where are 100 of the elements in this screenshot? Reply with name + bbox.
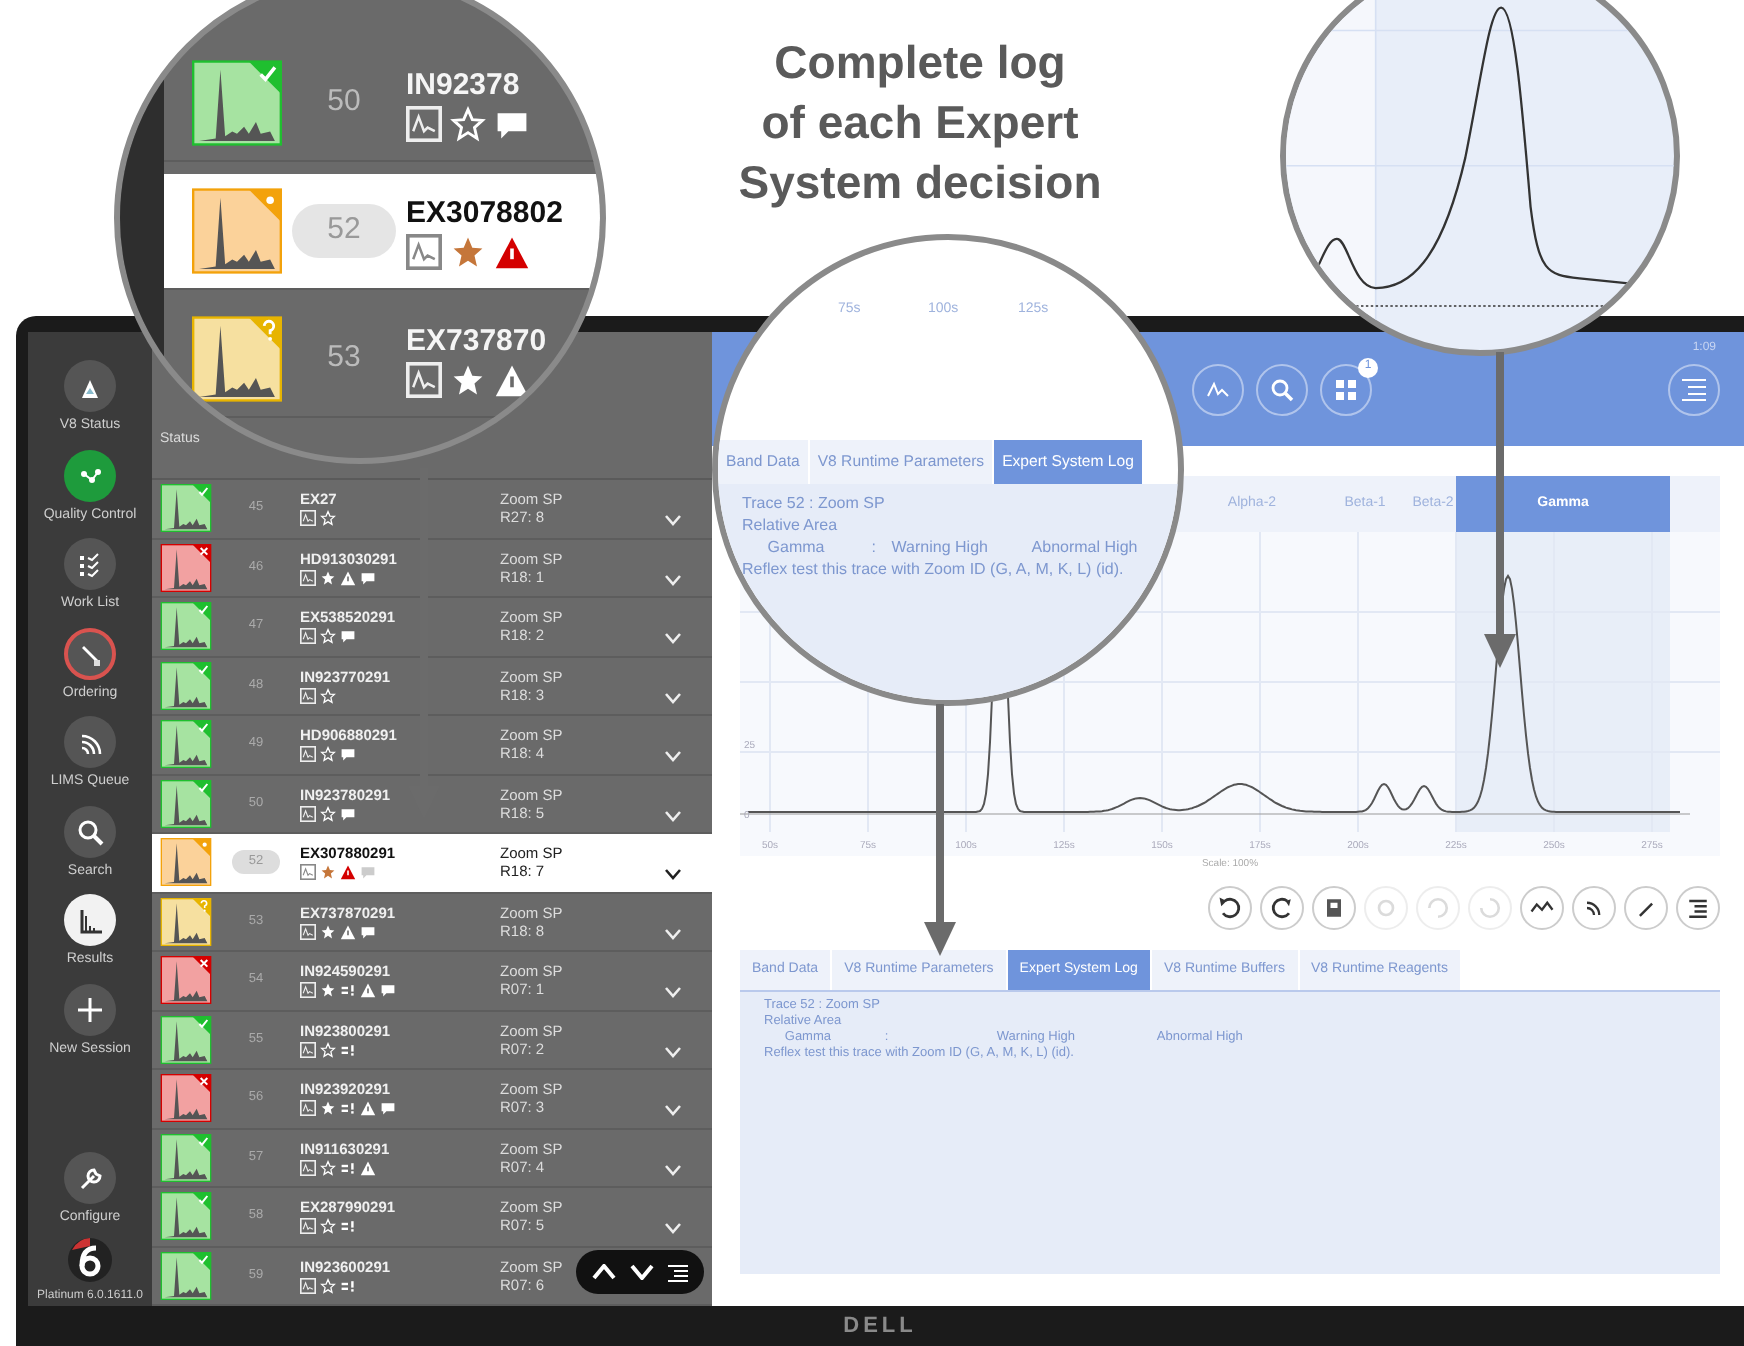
comment-icon <box>340 628 356 645</box>
comment-icon <box>380 982 396 999</box>
trace-icon <box>300 1159 316 1176</box>
star-outline-icon <box>320 510 336 527</box>
star-icon <box>450 233 486 269</box>
nav-button[interactable] <box>64 894 116 946</box>
star-icon <box>320 569 336 586</box>
nav-button[interactable] <box>63 983 116 1035</box>
warning-icon <box>360 1100 376 1117</box>
headline: Complete log of each Expert System decision <box>736 34 1104 212</box>
star-outline-icon <box>450 105 486 141</box>
trace-icon <box>406 233 442 269</box>
log-cell-text: Abnormal High <box>1031 536 1140 558</box>
trace-icon <box>300 923 316 940</box>
bars-icon <box>340 1159 356 1176</box>
header-button[interactable] <box>1192 363 1244 415</box>
star-outline-icon <box>320 1159 336 1176</box>
nav-icon <box>74 815 106 847</box>
star-icon <box>320 923 336 940</box>
row-number: 50 <box>327 82 361 123</box>
tool-button[interactable] <box>1260 885 1304 929</box>
comment-icon <box>360 864 376 881</box>
sample-id: EX3078802 <box>406 193 563 231</box>
nav-button[interactable] <box>64 805 116 857</box>
bars-icon <box>340 982 356 999</box>
comment-icon <box>340 746 356 763</box>
star-outline-icon <box>320 687 336 704</box>
log-line: Trace 52 : Zoom SP <box>742 492 885 514</box>
nav-button[interactable] <box>63 1151 116 1203</box>
menu-button[interactable] <box>1668 363 1720 415</box>
nav-button[interactable] <box>63 627 116 679</box>
star-outline-icon <box>320 1218 336 1235</box>
sample-id: EX737870 <box>406 321 547 359</box>
refresh-icon <box>1424 893 1452 921</box>
trace-icon <box>300 510 316 527</box>
row-number: 52 <box>291 204 397 258</box>
warning-icon <box>360 1159 376 1176</box>
trace-icon <box>300 1041 316 1058</box>
log-line: Relative Area <box>742 514 838 536</box>
warning-icon <box>360 982 376 999</box>
comment-icon <box>340 805 356 822</box>
star-outline-icon <box>320 628 336 645</box>
warning-icon <box>340 864 356 881</box>
chevron-up-icon[interactable] <box>591 1264 616 1280</box>
nav-icon <box>73 993 106 1025</box>
nav-button[interactable] <box>63 449 116 501</box>
app-logo-icon <box>66 1236 114 1284</box>
monitor-logo: DELL <box>843 1311 917 1342</box>
row-number: 53 <box>327 338 361 379</box>
bars-icon <box>340 1100 356 1117</box>
warning-icon <box>494 361 530 397</box>
log-cell-text: Warning High <box>891 536 990 558</box>
bars-icon <box>340 1041 356 1058</box>
comment-icon <box>380 1100 396 1117</box>
trace-icon <box>300 1277 316 1294</box>
tool-button[interactable] <box>1312 885 1356 929</box>
bars-icon <box>340 1277 356 1294</box>
star-icon <box>320 864 336 881</box>
tool-button[interactable] <box>1208 885 1252 929</box>
refresh-icon <box>1476 893 1504 921</box>
star-outline-icon <box>320 805 336 822</box>
trace-icon <box>300 1100 316 1117</box>
log-line: Reflex test this trace with Zoom ID (G, A, M, K, L) (id). <box>742 558 1124 580</box>
star-icon <box>450 361 486 397</box>
chevron-down-icon[interactable] <box>664 868 682 881</box>
trace-icon <box>300 569 316 586</box>
tool-button[interactable] <box>1676 885 1720 929</box>
log-cell-text: Gamma <box>767 536 827 558</box>
nav-button[interactable] <box>63 360 116 412</box>
tool-button[interactable] <box>1572 885 1616 929</box>
star-outline-icon <box>320 1277 336 1294</box>
header-button[interactable] <box>1256 363 1308 415</box>
trace-icon <box>300 1218 316 1235</box>
undo-icon <box>1216 893 1244 921</box>
sample-id: IN92378 <box>406 65 522 103</box>
bars-icon <box>340 1218 356 1235</box>
trace-icon <box>406 105 442 141</box>
nav-button[interactable] <box>63 538 116 590</box>
menu-icon[interactable] <box>668 1263 689 1281</box>
star-icon <box>320 1100 336 1117</box>
redo-icon <box>1268 893 1296 921</box>
comment-icon <box>360 569 376 586</box>
trace-icon <box>300 805 316 822</box>
tool-button[interactable] <box>1520 885 1564 929</box>
star-icon <box>320 982 336 999</box>
trace-icon <box>300 982 316 999</box>
trace-icon <box>300 628 316 645</box>
trace-icon <box>300 687 316 704</box>
trace-icon <box>300 746 316 763</box>
trace-icon <box>300 864 316 881</box>
nav-button[interactable] <box>64 716 116 768</box>
star-outline-icon <box>320 1041 336 1058</box>
trace-icon <box>406 361 442 397</box>
log-cell-text: : <box>871 536 879 558</box>
comment-icon <box>360 923 376 940</box>
warning-icon <box>340 569 356 586</box>
star-outline-icon <box>320 746 336 763</box>
warning-icon <box>340 923 356 940</box>
menu-icon <box>1680 377 1708 401</box>
warning-icon <box>494 233 530 269</box>
